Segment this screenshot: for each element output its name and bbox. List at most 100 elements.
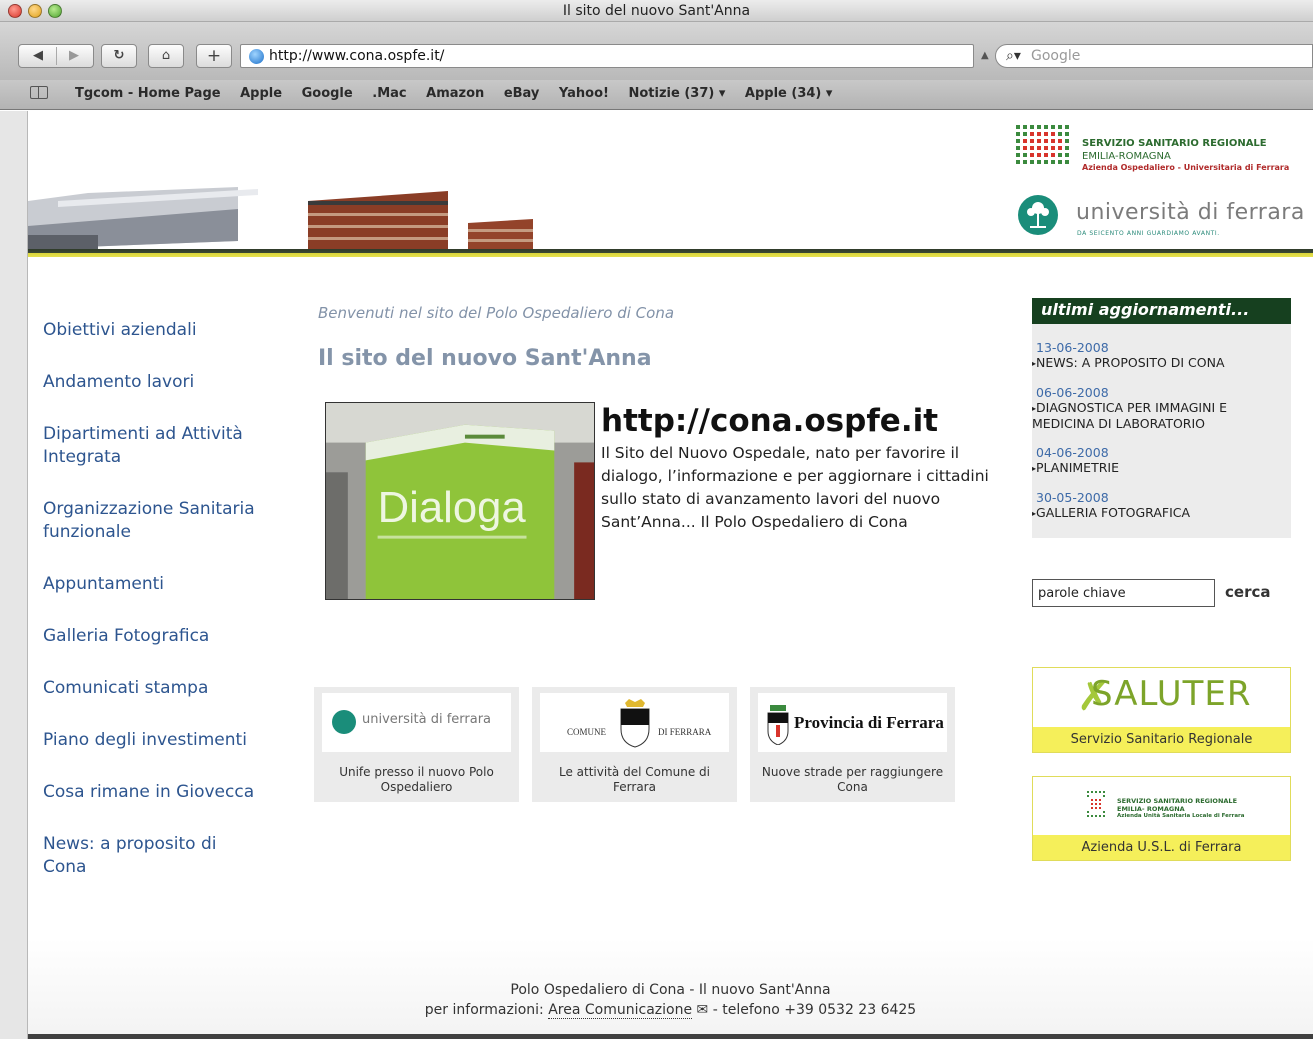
bookmark-item[interactable]: Amazon bbox=[426, 86, 484, 101]
footer-divider bbox=[28, 1034, 1313, 1039]
page-title: Il sito del nuovo Sant'Anna bbox=[318, 346, 652, 371]
update-item[interactable]: 30-05-2008 GALLERIA FOTOGRAFICA bbox=[1032, 490, 1291, 521]
ssr-region: EMILIA-ROMAGNA bbox=[1082, 151, 1171, 162]
update-item[interactable]: 04-06-2008 PLANIMETRIE bbox=[1032, 445, 1291, 476]
update-date: 04-06-2008 bbox=[1036, 445, 1109, 460]
unife-tree-logo bbox=[1018, 195, 1058, 235]
tile-caption[interactable]: Nuove strade per raggiungere Cona bbox=[755, 765, 950, 795]
bookmark-item[interactable]: .Mac bbox=[372, 86, 406, 101]
address-bar[interactable]: http://www.cona.ospfe.it/ bbox=[240, 44, 974, 68]
nav-news-cona[interactable]: News: a proposito di Cona bbox=[43, 833, 253, 879]
search-field[interactable]: ⌕▾ Google bbox=[995, 44, 1313, 68]
updates-panel: 13-06-2008 NEWS: A PROPOSITO DI CONA 06-… bbox=[1032, 324, 1291, 538]
hospital-building-image bbox=[28, 131, 548, 249]
tile-unife[interactable]: università di ferrara Unife presso il nu… bbox=[314, 687, 519, 802]
ssr-grid-logo bbox=[1016, 125, 1069, 164]
address-text[interactable]: http://www.cona.ospfe.it/ bbox=[269, 48, 444, 64]
add-bookmark-icon[interactable]: + bbox=[196, 44, 232, 68]
tile-comune-ferrara[interactable]: COMUNE DI FERRARA Le attività del Comune… bbox=[532, 687, 737, 802]
update-item[interactable]: 06-06-2008 DIAGNOSTICA PER IMMAGINI E ME… bbox=[1032, 385, 1291, 431]
search-placeholder: Google bbox=[1031, 48, 1081, 64]
nav-dipartimenti[interactable]: Dipartimenti ad Attività Integrata bbox=[43, 423, 298, 469]
bookmark-folder[interactable]: Apple (34) ▾ bbox=[745, 86, 833, 101]
nav-organizzazione-sanitaria[interactable]: Organizzazione Sanitaria funzionale bbox=[43, 498, 298, 544]
saluter-logo: SALUTER bbox=[1091, 674, 1252, 714]
provincia-ferrara-logo: Provincia di Ferrara bbox=[758, 693, 947, 752]
update-title[interactable]: GALLERIA FOTOGRAFICA bbox=[1032, 505, 1291, 521]
button-divider bbox=[56, 47, 57, 65]
saluter-caption[interactable]: Servizio Sanitario Regionale bbox=[1033, 727, 1290, 752]
updates-heading: ultimi aggiornamenti... bbox=[1032, 298, 1291, 324]
usl-line2: EMILIA- ROMAGNA bbox=[1117, 805, 1185, 813]
window-titlebar: Il sito del nuovo Sant'Anna bbox=[0, 0, 1313, 22]
comune-ferrara-logo: COMUNE DI FERRARA bbox=[540, 693, 729, 752]
header-divider bbox=[28, 249, 1313, 257]
left-navigation: Obiettivi aziendali Andamento lavori Dip… bbox=[43, 319, 298, 908]
keyword-search-input[interactable] bbox=[1032, 579, 1215, 607]
nav-obiettivi-aziendali[interactable]: Obiettivi aziendali bbox=[43, 319, 298, 342]
search-icon[interactable]: ⌕▾ bbox=[1006, 48, 1021, 64]
nav-comunicati-stampa[interactable]: Comunicati stampa bbox=[43, 677, 298, 700]
ssr-azienda: Azienda Ospedaliero - Universitaria di F… bbox=[1082, 163, 1290, 172]
search-button[interactable]: cerca bbox=[1225, 583, 1270, 601]
nav-piano-investimenti[interactable]: Piano degli investimenti bbox=[43, 729, 298, 752]
update-title[interactable]: DIAGNOSTICA PER IMMAGINI E MEDICINA DI L… bbox=[1032, 400, 1291, 431]
unife-logo-text: università di ferrara bbox=[362, 712, 492, 727]
nav-cosa-rimane-giovecca[interactable]: Cosa rimane in Giovecca bbox=[43, 781, 298, 804]
tile-caption[interactable]: Le attività del Comune di Ferrara bbox=[537, 765, 732, 795]
provincia-logo-text: Provincia di Ferrara bbox=[794, 713, 944, 732]
unife-logo: università di ferrara bbox=[322, 693, 511, 752]
tile-provincia-ferrara[interactable]: Provincia di Ferrara Nuove strade per ra… bbox=[750, 687, 955, 802]
reload-icon[interactable]: ↻ bbox=[101, 44, 137, 68]
update-item[interactable]: 13-06-2008 NEWS: A PROPOSITO DI CONA bbox=[1032, 340, 1291, 371]
update-title[interactable]: PLANIMETRIE bbox=[1032, 460, 1291, 476]
web-page: SERVIZIO SANITARIO REGIONALE EMILIA-ROMA… bbox=[28, 111, 1313, 1039]
bookmark-item[interactable]: Apple bbox=[240, 86, 282, 101]
globe-icon bbox=[249, 49, 264, 64]
nav-appuntamenti[interactable]: Appuntamenti bbox=[43, 573, 298, 596]
bookmark-item[interactable]: Google bbox=[302, 86, 353, 101]
comune-logo-right: DI FERRARA bbox=[658, 727, 712, 737]
bookmark-list: Tgcom - Home Page Apple Google .Mac Amaz… bbox=[75, 86, 847, 101]
home-icon[interactable]: ⌂ bbox=[148, 44, 184, 68]
browser-toolbar: ◀ ▶ ↻ ⌂ + http://www.cona.ospfe.it/ ▲ ⌕▾ … bbox=[0, 22, 1313, 80]
window-left-edge bbox=[0, 111, 28, 1039]
bookmarks-bar: Tgcom - Home Page Apple Google .Mac Amaz… bbox=[0, 80, 1313, 110]
update-date: 06-06-2008 bbox=[1036, 385, 1109, 400]
bookmark-item[interactable]: Tgcom - Home Page bbox=[75, 86, 221, 101]
tile-caption[interactable]: Unife presso il nuovo Polo Ospedaliero bbox=[319, 765, 514, 795]
saluter-banner[interactable]: ✗ SALUTER Servizio Sanitario Regionale bbox=[1032, 667, 1291, 753]
site-description: Il Sito del Nuovo Ospedale, nato per fav… bbox=[601, 444, 989, 531]
window-title: Il sito del nuovo Sant'Anna bbox=[562, 3, 751, 19]
ssr-title: SERVIZIO SANITARIO REGIONALE bbox=[1082, 138, 1267, 149]
usl-line1: SERVIZIO SANITARIO REGIONALE bbox=[1117, 797, 1238, 805]
bookmark-item[interactable]: eBay bbox=[504, 86, 540, 101]
usl-grid-logo bbox=[1087, 791, 1105, 817]
nav-andamento-lavori[interactable]: Andamento lavori bbox=[43, 371, 298, 394]
usl-ferrara-banner[interactable]: SERVIZIO SANITARIO REGIONALE EMILIA- ROM… bbox=[1032, 776, 1291, 861]
bookmark-folder[interactable]: Notizie (37) ▾ bbox=[629, 86, 726, 101]
bookmark-item[interactable]: Yahoo! bbox=[559, 86, 609, 101]
mail-icon[interactable]: ✉ bbox=[697, 1002, 709, 1018]
dialoga-photo[interactable]: Dialoga bbox=[325, 402, 595, 600]
usl-line3: Azienda Unità Sanitaria Locale di Ferrar… bbox=[1117, 813, 1245, 819]
provincia-crest-icon bbox=[767, 705, 789, 745]
footer-phone: - telefono +39 0532 23 6425 bbox=[712, 1002, 917, 1018]
nav-galleria-fotografica[interactable]: Galleria Fotografica bbox=[43, 625, 298, 648]
unife-name: università di ferrara bbox=[1076, 200, 1305, 225]
forward-arrow-icon[interactable]: ▶ bbox=[56, 45, 92, 67]
unife-motto: DA SEICENTO ANNI GUARDIAMO AVANTI. bbox=[1077, 230, 1220, 237]
site-url-heading: http://cona.ospfe.it bbox=[601, 403, 939, 439]
site-footer: Polo Ospedaliero di Cona - Il nuovo Sant… bbox=[28, 938, 1313, 1039]
area-comunicazione-link[interactable]: Area Comunicazione bbox=[548, 1002, 693, 1019]
dialoga-photo-text: Dialoga bbox=[378, 484, 527, 532]
site-header: SERVIZIO SANITARIO REGIONALE EMILIA-ROMA… bbox=[28, 111, 1313, 261]
update-title[interactable]: NEWS: A PROPOSITO DI CONA bbox=[1032, 355, 1291, 371]
footer-contact: per informazioni: Area Comunicazione ✉ -… bbox=[28, 1002, 1313, 1019]
snapback-icon[interactable]: ▲ bbox=[981, 50, 989, 61]
updates-list: 13-06-2008 NEWS: A PROPOSITO DI CONA 06-… bbox=[1032, 324, 1291, 521]
back-arrow-icon[interactable]: ◀ bbox=[20, 45, 56, 67]
usl-caption[interactable]: Azienda U.S.L. di Ferrara bbox=[1033, 835, 1290, 860]
back-forward-buttons: ◀ ▶ bbox=[18, 44, 94, 68]
book-icon[interactable] bbox=[30, 86, 48, 99]
